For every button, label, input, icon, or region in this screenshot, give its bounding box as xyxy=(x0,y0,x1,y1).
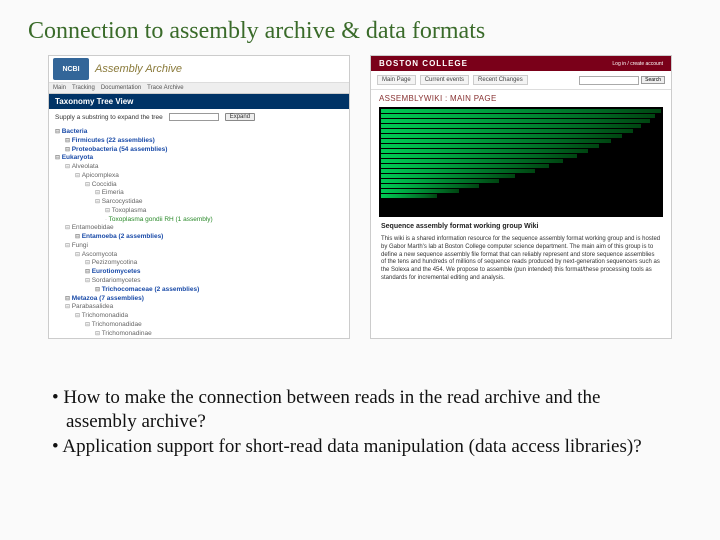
tree-node[interactable]: Fungi xyxy=(65,242,343,251)
ncbi-nav-item[interactable]: Documentation xyxy=(101,85,141,91)
ncbi-logo: NCBI xyxy=(53,58,89,80)
bc-page-title: ASSEMBLYWIKI : MAIN PAGE xyxy=(371,90,671,107)
bullet-item: • Application support for short-read dat… xyxy=(52,435,662,459)
bc-wiki-description: This wiki is a shared information resour… xyxy=(371,230,671,289)
tree-node[interactable]: Trichomonas xyxy=(105,338,343,339)
tree-node[interactable]: Entamoeba (2 assemblies) xyxy=(75,233,343,242)
tree-node[interactable]: Apicomplexa xyxy=(75,172,343,181)
sequence-alignment-image xyxy=(379,107,663,217)
bc-screenshot: BOSTON COLLEGE Log in / create account M… xyxy=(370,55,672,339)
bc-search-button[interactable]: Search xyxy=(641,76,665,84)
ncbi-expand-label: Supply a substring to expand the tree xyxy=(55,114,163,121)
bullet-list: • How to make the connection between rea… xyxy=(52,386,662,459)
tree-node[interactable]: Alveolata xyxy=(65,163,343,172)
tree-node[interactable]: Eimeria xyxy=(95,189,343,198)
slide-title: Connection to assembly archive & data fo… xyxy=(0,0,720,55)
tree-node[interactable]: Metazoa (7 assemblies) xyxy=(65,295,343,304)
bc-search-input[interactable] xyxy=(579,76,639,85)
ncbi-subheader: Taxonomy Tree View xyxy=(49,94,349,109)
ncbi-expand-row: Supply a substring to expand the tree Ex… xyxy=(49,109,349,125)
bc-tab[interactable]: Current events xyxy=(420,75,469,85)
taxonomy-tree: BacteriaFirmicutes (22 assemblies)Proteo… xyxy=(49,125,349,339)
screenshot-row: NCBI Assembly Archive Main Tracking Docu… xyxy=(0,55,720,339)
tree-node[interactable]: Toxoplasma gondii RH (1 assembly) xyxy=(105,216,343,225)
ncbi-screenshot: NCBI Assembly Archive Main Tracking Docu… xyxy=(48,55,350,339)
tree-node[interactable]: Bacteria xyxy=(55,128,343,137)
bc-tab[interactable]: Main Page xyxy=(377,75,416,85)
tree-node[interactable]: Entamoebidae xyxy=(65,224,343,233)
bc-wiki-subtitle: Sequence assembly format working group W… xyxy=(371,217,671,230)
tree-node[interactable]: Coccidia xyxy=(85,181,343,190)
tree-node[interactable]: Parabasalidea xyxy=(65,303,343,312)
ncbi-expand-button[interactable]: Expand xyxy=(225,113,255,121)
tree-node[interactable]: Pezizomycotina xyxy=(85,259,343,268)
bc-tabs: Main Page Current events Recent Changes … xyxy=(371,71,671,90)
ncbi-nav-item[interactable]: Tracking xyxy=(72,85,95,91)
tree-node[interactable]: Proteobacteria (54 assemblies) xyxy=(65,146,343,155)
bc-brand: BOSTON COLLEGE xyxy=(379,59,468,68)
tree-node[interactable]: Trichomonadida xyxy=(75,312,343,321)
tree-node[interactable]: Eurotiomycetes xyxy=(85,268,343,277)
ncbi-expand-input[interactable] xyxy=(169,113,219,121)
tree-node[interactable]: Sarcocystidae xyxy=(95,198,343,207)
tree-node[interactable]: Trichomonadinae xyxy=(95,330,343,339)
bc-login-link[interactable]: Log in / create account xyxy=(612,61,663,67)
tree-node[interactable]: Firmicutes (22 assemblies) xyxy=(65,137,343,146)
bc-header: BOSTON COLLEGE Log in / create account xyxy=(371,56,671,71)
ncbi-nav-item[interactable]: Main xyxy=(53,85,66,91)
bullet-item: • How to make the connection between rea… xyxy=(52,386,662,435)
tree-node[interactable]: Eukaryota xyxy=(55,154,343,163)
ncbi-nav-item[interactable]: Trace Archive xyxy=(147,85,183,91)
bc-tab[interactable]: Recent Changes xyxy=(473,75,528,85)
tree-node[interactable]: Toxoplasma xyxy=(105,207,343,216)
tree-node[interactable]: Sordariomycetes xyxy=(85,277,343,286)
tree-node[interactable]: Ascomycota xyxy=(75,251,343,260)
ncbi-product-name: Assembly Archive xyxy=(95,63,182,75)
ncbi-header: NCBI Assembly Archive xyxy=(49,56,349,83)
tree-node[interactable]: Trichocomaceae (2 assemblies) xyxy=(95,286,343,295)
tree-node[interactable]: Trichomonadidae xyxy=(85,321,343,330)
ncbi-nav: Main Tracking Documentation Trace Archiv… xyxy=(49,83,349,94)
